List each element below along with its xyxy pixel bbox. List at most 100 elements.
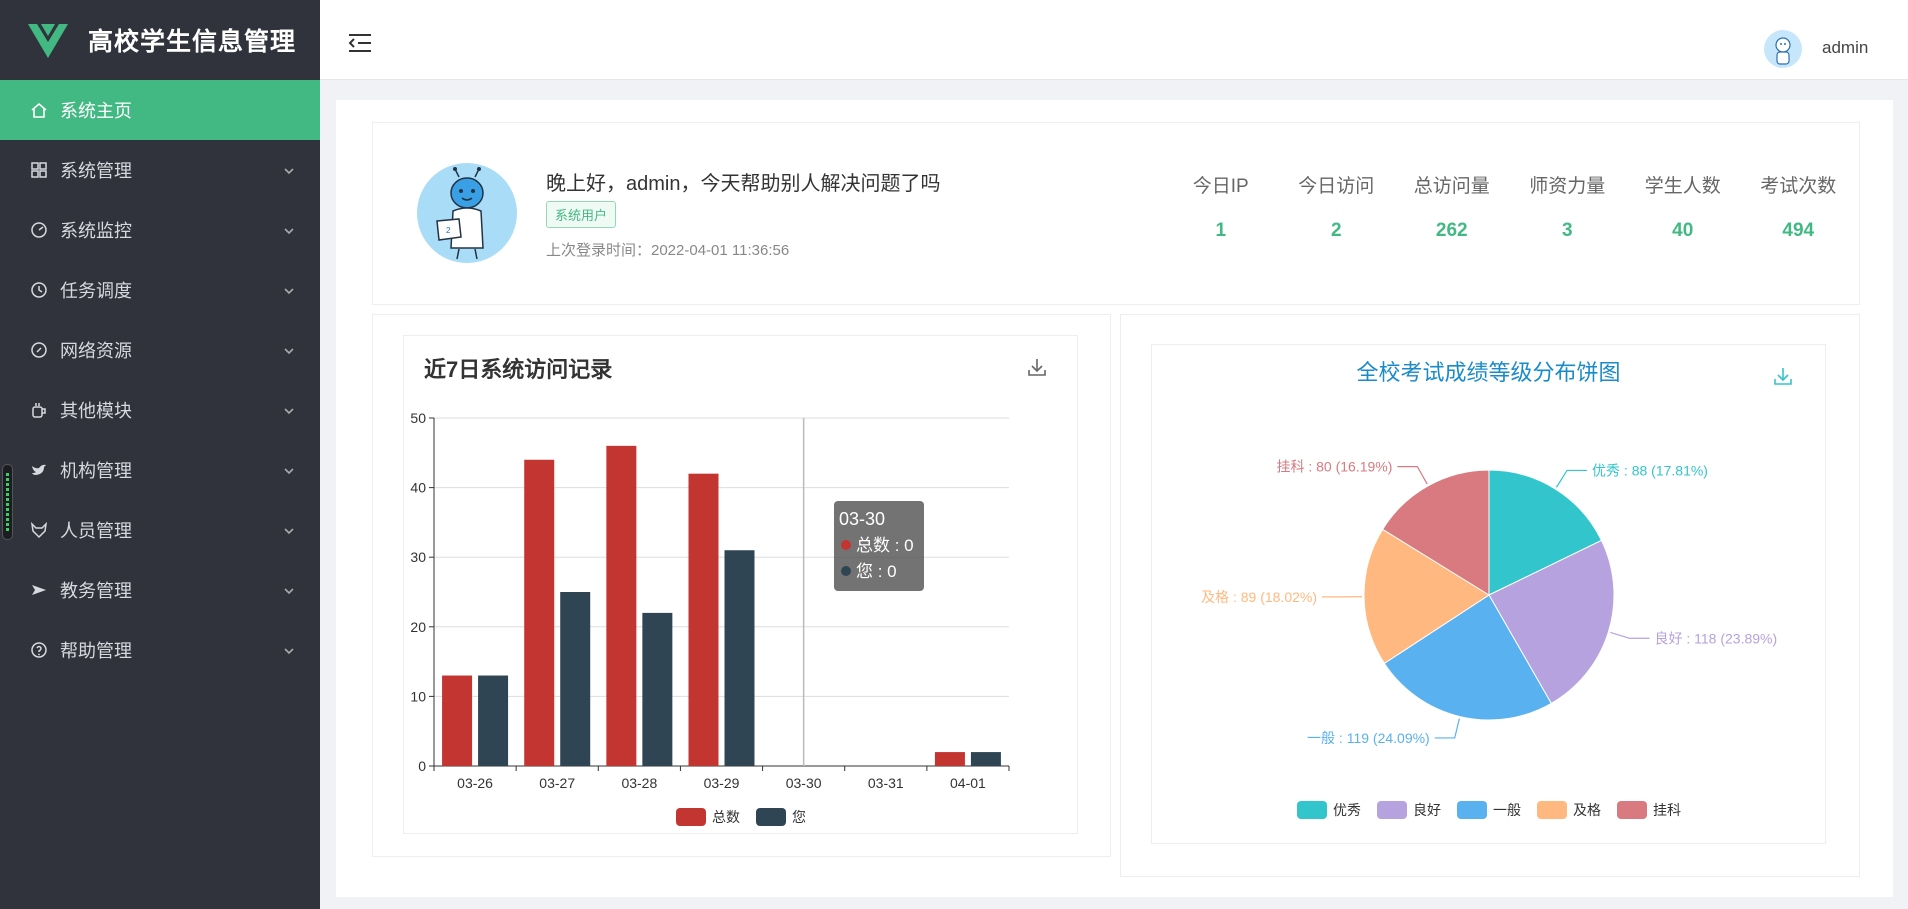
stat-label: 今日访问	[1298, 176, 1375, 197]
bird-icon	[30, 461, 48, 479]
x-tick-label: 03-29	[704, 775, 740, 791]
x-tick-label: 03-26	[457, 775, 493, 791]
sidebar-item-8[interactable]: 教务管理	[0, 560, 320, 620]
legend-swatch[interactable]	[1297, 801, 1327, 819]
y-tick-label: 50	[410, 410, 426, 426]
visit-bar-chart: 0 10 20 30 40 50 03-26 03-27 03-28 03-29 03-30 03-3…	[410, 410, 1010, 826]
stat-item: 今日访问 2	[1279, 171, 1395, 242]
sidebar-item-5[interactable]: 其他模块	[0, 380, 320, 440]
legend-swatch[interactable]	[1457, 801, 1487, 819]
sidebar-item-4[interactable]: 网络资源	[0, 320, 320, 380]
pie-label-line	[1555, 469, 1588, 488]
user-role-tag: 系统用户	[546, 201, 617, 228]
visit-chart-panel: 近7日系统访问记录 0 10 20 30 40 50 03-26 03-27 03-28 03-2…	[403, 335, 1078, 834]
bar-you[interactable]	[478, 675, 509, 766]
legend-label[interactable]: 一般	[1493, 802, 1521, 818]
stat-label: 今日IP	[1192, 176, 1249, 197]
sidebar-item-3[interactable]: 任务调度	[0, 260, 320, 320]
header-username[interactable]: admin	[1822, 38, 1868, 58]
bar-total[interactable]	[442, 675, 473, 766]
menu-fold-icon[interactable]	[347, 32, 373, 54]
scroll-handle[interactable]	[2, 464, 13, 540]
vue-logo-icon	[28, 24, 68, 58]
y-tick-label: 0	[418, 758, 426, 774]
pie-label-line	[1434, 718, 1460, 739]
tooltip-title: 03-30	[839, 509, 885, 529]
pie-label: 一般 : 119 (24.09%)	[1307, 730, 1430, 746]
chevron-down-icon	[282, 342, 296, 356]
welcome-card: 2 晚上好，admin，今天帮助别人解决问题了吗 系统用户 上次登录时间：202…	[372, 122, 1860, 305]
legend-swatch[interactable]	[1617, 801, 1647, 819]
sidebar-item-label: 教务管理	[60, 581, 132, 601]
x-tick-label: 03-30	[786, 775, 822, 791]
sidebar-item-2[interactable]: 系统监控	[0, 200, 320, 260]
bar-total[interactable]	[606, 445, 637, 766]
sidebar-item-1[interactable]: 系统管理	[0, 140, 320, 200]
tooltip-marker	[841, 540, 851, 550]
x-tick-label: 04-01	[950, 775, 986, 791]
chevron-down-icon	[282, 462, 296, 476]
bar-total[interactable]	[934, 752, 965, 766]
pie-label-line	[1397, 466, 1428, 485]
stat-label: 总访问量	[1413, 176, 1490, 197]
app-title: 高校学生信息管理	[88, 28, 297, 56]
sidebar-item-6[interactable]: 机构管理	[0, 440, 320, 500]
bar-total[interactable]	[524, 459, 555, 766]
x-tick-label: 03-31	[868, 775, 904, 791]
home-icon	[30, 101, 48, 119]
welcome-avatar: 2	[417, 163, 517, 263]
legend-swatch[interactable]	[756, 808, 786, 826]
bar-you[interactable]	[970, 752, 1001, 766]
stat-value: 2	[1330, 220, 1342, 241]
y-tick-label: 40	[410, 480, 426, 496]
bar-you[interactable]	[724, 550, 755, 766]
stat-value: 262	[1435, 220, 1468, 241]
stat-value: 3	[1561, 220, 1573, 241]
dashboard-main: 2 晚上好，admin，今天帮助别人解决问题了吗 系统用户 上次登录时间：202…	[336, 100, 1893, 897]
user-avatar[interactable]	[1764, 30, 1802, 68]
sidebar-item-0[interactable]: 系统主页	[0, 80, 320, 140]
grade-chart-panel: 全校考试成绩等级分布饼图 优秀 : 88 (17.81%) 良好 : 118 (2…	[1151, 344, 1826, 844]
sidebar-menu: 系统主页 系统管理 系统监控任务调度网络资源其他模块机构管理人员管理教务管理帮助管理	[0, 80, 320, 680]
chevron-down-icon	[282, 282, 296, 296]
legend-swatch[interactable]	[1537, 801, 1567, 819]
chevron-down-icon	[282, 162, 296, 176]
sidebar-item-9[interactable]: 帮助管理	[0, 620, 320, 680]
legend-label[interactable]: 优秀	[1333, 802, 1361, 818]
stat-label: 师资力量	[1529, 176, 1606, 197]
sidebar-item-7[interactable]: 人员管理	[0, 500, 320, 560]
sidebar-item-label: 其他模块	[60, 401, 132, 421]
top-header: admin	[320, 0, 1908, 80]
chevron-down-icon	[282, 402, 296, 416]
legend-label[interactable]: 良好	[1413, 802, 1441, 818]
stat-item: 学生人数 40	[1625, 171, 1741, 242]
app-logo[interactable]: 高校学生信息管理	[0, 0, 320, 80]
cup-icon	[30, 401, 48, 419]
chevron-down-icon	[282, 222, 296, 236]
question-icon	[30, 641, 48, 659]
legend-label[interactable]: 挂科	[1653, 802, 1681, 818]
sidebar-item-label: 人员管理	[60, 521, 132, 541]
sidebar-item-label: 机构管理	[60, 461, 132, 481]
stat-item: 考试次数 494	[1741, 171, 1857, 242]
stat-value: 1	[1215, 220, 1227, 241]
bar-you[interactable]	[642, 612, 673, 766]
legend-swatch[interactable]	[676, 808, 706, 826]
sidebar: 高校学生信息管理 系统主页 系统管理 系统监控任务调度网络资源其他模块机构管理人员管…	[0, 0, 320, 909]
stat-value: 40	[1672, 220, 1694, 241]
sidebar-item-label: 任务调度	[60, 281, 132, 301]
stats-panel: 今日IP 1 今日访问 2 总访问量 262 师资力量 3 学生人数 40 考试次数 494	[1163, 171, 1856, 242]
plane-icon	[30, 581, 48, 599]
legend-label[interactable]: 及格	[1573, 802, 1601, 818]
stat-item: 师资力量 3	[1510, 171, 1626, 242]
legend-label[interactable]: 您	[792, 809, 806, 825]
stat-label: 学生人数	[1644, 176, 1721, 197]
bar-you[interactable]	[560, 592, 591, 766]
legend-swatch[interactable]	[1377, 801, 1407, 819]
tooltip-line: 您 : 0	[856, 562, 897, 581]
legend-label[interactable]: 总数	[712, 809, 740, 825]
chevron-down-icon	[282, 522, 296, 536]
pie-label: 优秀 : 88 (17.81%)	[1592, 462, 1708, 478]
y-tick-label: 30	[410, 549, 426, 565]
bar-total[interactable]	[688, 473, 719, 766]
